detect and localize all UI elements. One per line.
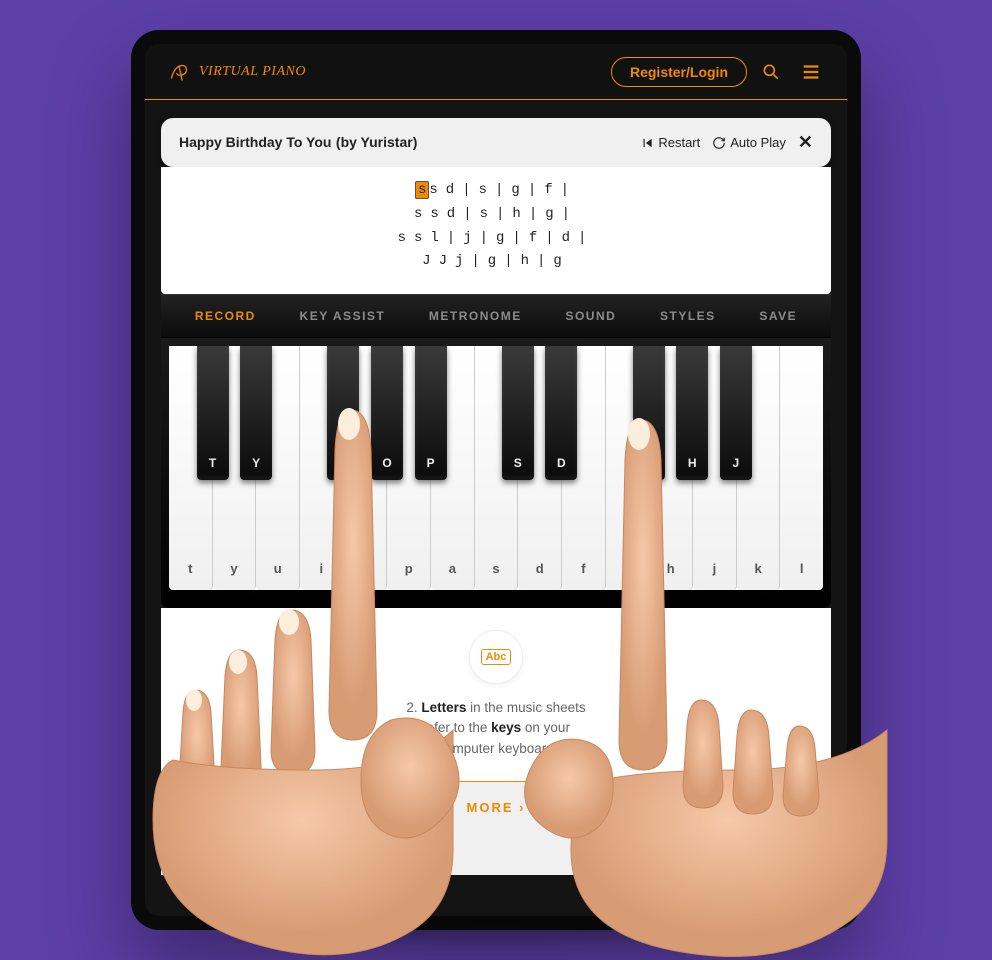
tab-metronome[interactable]: METRONOME (429, 309, 522, 323)
search-icon[interactable] (755, 56, 787, 88)
sheet-note: s (430, 206, 446, 222)
sheet-note: | (545, 230, 561, 246)
info-text: 2. Letters in the music sheets refer to … (346, 698, 646, 759)
black-key-O[interactable]: O (371, 346, 403, 480)
black-key-Y[interactable]: Y (240, 346, 272, 480)
black-key-P[interactable]: P (415, 346, 447, 480)
sheet-note: s (480, 206, 496, 222)
black-key-S[interactable]: S (502, 346, 534, 480)
black-key-G[interactable]: G (633, 346, 665, 480)
sheet-note: f (529, 230, 545, 246)
sheet-note: s (414, 206, 430, 222)
song-bar: Happy Birthday To You (by Yuristar) Rest… (161, 118, 831, 167)
white-key-l[interactable]: l (780, 346, 823, 590)
sheet-note: | (529, 206, 545, 222)
sheet-note: f (544, 182, 560, 198)
black-key-J[interactable]: J (720, 346, 752, 480)
piano: tyuiopasdfghjkl TYIOPSDGHJ (161, 338, 831, 608)
sheet-note: J (422, 253, 438, 269)
menu-icon[interactable] (795, 56, 827, 88)
sheet-note: | (504, 253, 520, 269)
piano-keys: tyuiopasdfghjkl TYIOPSDGHJ (169, 346, 823, 590)
sheet-note: j (463, 230, 479, 246)
sheet-note: h (521, 253, 537, 269)
close-icon[interactable]: ✕ (798, 132, 813, 153)
sheet-note: | (447, 230, 463, 246)
tab-record[interactable]: RECORD (195, 309, 256, 323)
sheet-note: d (446, 182, 462, 198)
sheet-note: | (578, 230, 594, 246)
more-label: MORE (467, 800, 514, 815)
sheet-note: | (537, 253, 553, 269)
sheet-note: J (439, 253, 455, 269)
sheet-note: l (430, 230, 446, 246)
sheet-note: s (479, 182, 495, 198)
sheet-note: | (471, 253, 487, 269)
sheet-note: d (447, 206, 463, 222)
info-panel: Abc 2. Letters in the music sheets refer… (161, 608, 831, 781)
logo-text: VIRTUAL PIANO (199, 64, 306, 80)
sheet-note: s (398, 230, 414, 246)
black-key-I[interactable]: I (327, 346, 359, 480)
black-key-T[interactable]: T (197, 346, 229, 480)
autoplay-button[interactable]: Auto Play (712, 135, 786, 150)
app-header: VIRTUAL PIANO Register/Login (145, 44, 847, 100)
sheet-note: | (463, 206, 479, 222)
logo[interactable]: VIRTUAL PIANO (165, 57, 306, 87)
chevron-right-icon: › (519, 800, 525, 815)
sheet-note: g (496, 230, 512, 246)
restart-label: Restart (658, 135, 700, 150)
black-key-D[interactable]: D (545, 346, 577, 480)
song-name: Happy Birthday To You (179, 134, 331, 150)
app-screen: VIRTUAL PIANO Register/Login Happy Birth… (145, 44, 847, 916)
sheet-note: | (562, 206, 578, 222)
sheet-note: | (462, 182, 478, 198)
song-title: Happy Birthday To You (by Yuristar) (179, 134, 417, 152)
sheet-note: | (528, 182, 544, 198)
sheet-note: s (429, 182, 445, 198)
sheet-note: s (414, 230, 430, 246)
piano-toolbar: RECORD KEY ASSIST METRONOME SOUND STYLES SAVE (161, 294, 831, 338)
sheet-note: | (495, 182, 511, 198)
tab-key-assist[interactable]: KEY ASSIST (300, 309, 386, 323)
restart-button[interactable]: Restart (640, 135, 700, 150)
sheet-note: g (511, 182, 527, 198)
abc-icon: Abc (469, 630, 523, 684)
black-key-H[interactable]: H (676, 346, 708, 480)
tablet-frame: VIRTUAL PIANO Register/Login Happy Birth… (131, 30, 861, 930)
abc-badge-text: Abc (481, 649, 512, 665)
sheet-note: h (512, 206, 528, 222)
sheet-note: s (415, 181, 429, 199)
song-author: (by Yuristar) (336, 134, 417, 150)
autoplay-label: Auto Play (730, 135, 786, 150)
sheet-note: | (561, 182, 577, 198)
more-button[interactable]: MORE › (161, 782, 831, 875)
logo-icon (165, 57, 195, 87)
tab-styles[interactable]: STYLES (660, 309, 716, 323)
sheet-note: g (545, 206, 561, 222)
tab-save[interactable]: SAVE (759, 309, 797, 323)
tab-sound[interactable]: SOUND (565, 309, 616, 323)
sheet-note: d (562, 230, 578, 246)
sheet-note: | (480, 230, 496, 246)
sheet-note: | (496, 206, 512, 222)
sheet-note: g (488, 253, 504, 269)
register-login-button[interactable]: Register/Login (611, 57, 747, 87)
music-sheet: ssd|s|g|f|ssd|s|h|g|ssl|j|g|f|d|JJj|g|h|… (161, 167, 831, 294)
sheet-note: | (512, 230, 528, 246)
sheet-note: j (455, 253, 471, 269)
sheet-note: g (553, 253, 569, 269)
